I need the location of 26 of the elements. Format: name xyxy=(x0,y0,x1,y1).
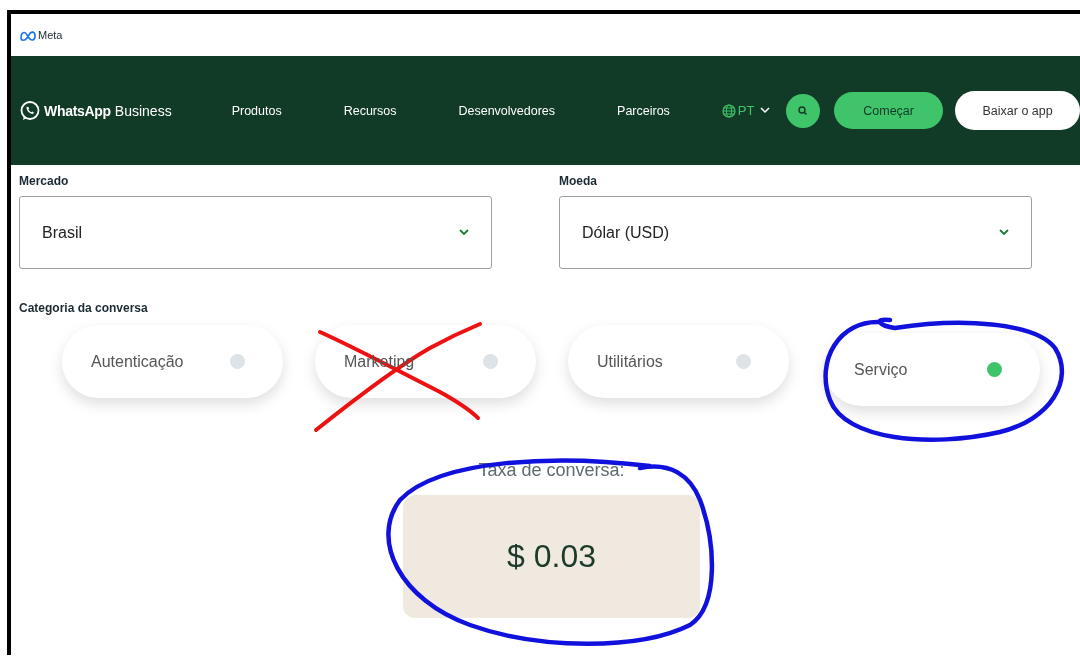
category-option[interactable]: Autenticação xyxy=(62,325,283,398)
search-button[interactable] xyxy=(786,93,821,128)
meta-logo[interactable]: Meta xyxy=(19,28,63,42)
field-label: Mercado xyxy=(19,174,70,190)
chevron-down-icon xyxy=(999,229,1009,236)
start-button[interactable]: Começar xyxy=(834,92,944,129)
nav-link[interactable]: Parceiros xyxy=(617,103,670,118)
phone-bubble-icon xyxy=(19,99,41,122)
language-selector[interactable]: PT xyxy=(721,103,771,118)
search-icon xyxy=(798,105,809,116)
chevron-down-icon xyxy=(459,229,469,236)
category-option[interactable]: Serviço xyxy=(825,333,1040,406)
nav-link[interactable]: Desenvolvedores xyxy=(458,103,556,118)
globe-icon xyxy=(721,103,736,118)
field-label: Moeda xyxy=(559,174,598,190)
infinity-icon xyxy=(19,28,37,42)
whatsapp-logo[interactable]: WhatsApp Business xyxy=(19,99,172,122)
rate-value: $ 0.03 xyxy=(403,495,700,618)
section-label: Categoria da conversa xyxy=(18,300,149,317)
nav-link[interactable]: Recursos xyxy=(343,103,397,118)
nav-link[interactable]: Produtos xyxy=(231,103,282,118)
download-app-button[interactable]: Baixar o app xyxy=(955,91,1080,130)
dropdown-field[interactable]: Brasil xyxy=(19,196,492,269)
dropdown-field[interactable]: Dólar (USD) xyxy=(559,196,1032,269)
chevron-down-icon xyxy=(760,107,771,114)
category-option[interactable]: Utilitários xyxy=(568,325,789,398)
